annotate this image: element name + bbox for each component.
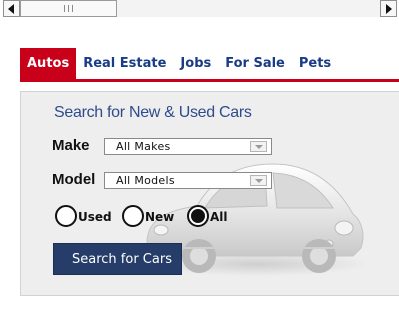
make-select-value: All Makes [116,140,171,153]
search-for-cars-button[interactable]: Search for Cars [53,243,182,275]
radio-selected-dot [191,209,205,223]
tab-pets[interactable]: Pets [292,48,338,81]
radio-used-circle[interactable] [55,205,77,227]
page: Autos Real Estate Jobs For Sale Pets Sea… [0,0,399,311]
model-select[interactable]: All Models [104,172,272,189]
arrow-left-icon [8,4,14,14]
radio-new-circle[interactable] [122,205,144,227]
make-select[interactable]: All Makes [104,138,272,155]
search-button-label: Search for Cars [72,252,172,267]
car-search-panel: Search for New & Used Cars Make All Make… [20,91,399,296]
radio-new-label: New [145,210,175,224]
model-label: Model [52,171,96,188]
grip-icon [64,5,73,12]
search-title: Search for New & Used Cars [54,104,252,121]
radio-all-label: All [210,210,228,224]
tab-real-estate[interactable]: Real Estate [76,48,173,81]
tab-for-sale[interactable]: For Sale [218,48,292,81]
chevron-down-icon[interactable] [250,141,267,152]
tab-jobs[interactable]: Jobs [173,48,218,81]
arrow-right-icon [386,4,392,14]
model-select-value: All Models [116,174,175,187]
scrollbar-thumb[interactable] [20,0,117,17]
scroll-right-button[interactable] [380,0,397,17]
category-tabs: Autos Real Estate Jobs For Sale Pets [20,48,338,81]
scroll-left-button[interactable] [3,0,20,17]
chevron-down-icon[interactable] [250,175,267,186]
horizontal-scrollbar[interactable] [3,0,397,17]
make-label: Make [52,137,90,154]
tab-underline [20,79,399,82]
tab-autos[interactable]: Autos [20,48,77,81]
radio-used-label: Used [78,210,112,224]
